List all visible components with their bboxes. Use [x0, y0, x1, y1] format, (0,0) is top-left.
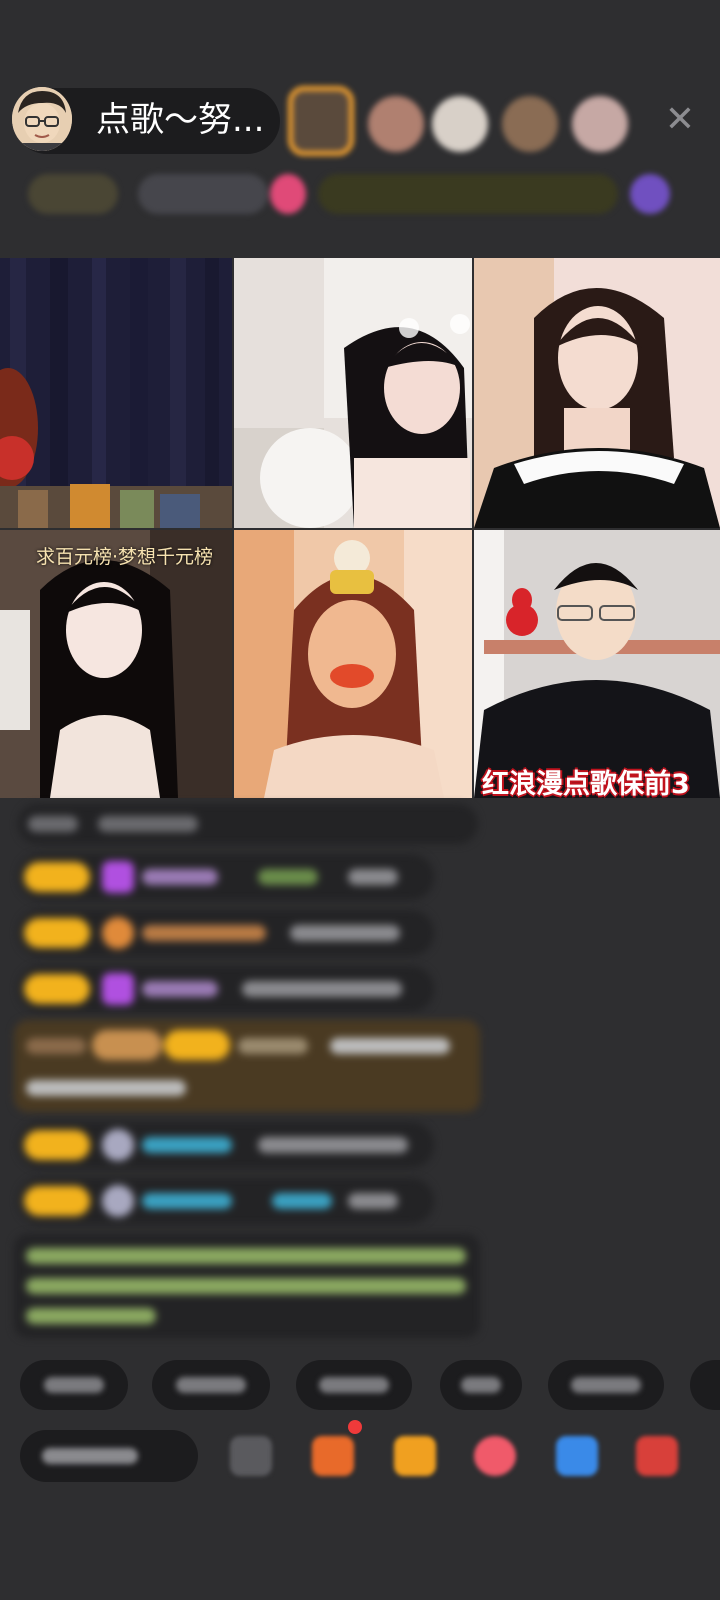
viewer-avatar[interactable]: [368, 96, 424, 152]
emoji-icon[interactable]: [230, 1436, 272, 1476]
chat-message[interactable]: [18, 854, 434, 900]
quick-reply-chip[interactable]: [440, 1360, 522, 1410]
red-packet-icon[interactable]: [394, 1436, 436, 1476]
quick-reply-chip[interactable]: [152, 1360, 270, 1410]
quick-reply-chip[interactable]: [20, 1360, 128, 1410]
chat-message[interactable]: [18, 804, 478, 844]
guest-video-tile-2[interactable]: [234, 258, 472, 528]
top-viewer-avatar[interactable]: [288, 86, 354, 156]
chat-message[interactable]: [18, 966, 434, 1012]
quick-reply-chip[interactable]: [296, 1360, 412, 1410]
game-icon[interactable]: [556, 1436, 598, 1476]
host-avatar[interactable]: [12, 87, 72, 151]
guest-video-tile-6[interactable]: 红浪漫点歌保前3: [474, 530, 720, 798]
quick-reply-chip[interactable]: [690, 1360, 720, 1410]
quick-reply-chip[interactable]: [548, 1360, 664, 1410]
viewer-avatar[interactable]: [502, 96, 558, 152]
more-menu-icon[interactable]: [636, 1436, 678, 1476]
gift-box-icon[interactable]: [312, 1436, 354, 1476]
stats-row[interactable]: [18, 170, 690, 218]
guest-video-tile-5[interactable]: [234, 530, 472, 798]
multi-guest-video-grid: 求百元榜·梦想千元榜 红浪漫点歌保前3: [0, 258, 720, 798]
guest-label: 红浪漫点歌保前3: [482, 769, 690, 798]
fan-club-icon[interactable]: [474, 1436, 516, 1476]
guest-video-tile-3[interactable]: [474, 258, 720, 528]
notification-dot-icon: [348, 1420, 362, 1434]
comment-input[interactable]: [20, 1430, 198, 1482]
close-icon[interactable]: ✕: [660, 100, 700, 140]
system-notice: [14, 1234, 480, 1338]
viewer-avatar[interactable]: [432, 96, 488, 152]
guest-video-tile-1[interactable]: [0, 258, 232, 528]
guest-caption: 求百元榜·梦想千元榜: [36, 546, 214, 568]
host-name[interactable]: 点歌～努...: [96, 100, 264, 140]
chat-message[interactable]: [18, 1178, 434, 1224]
guest-video-tile-4[interactable]: 求百元榜·梦想千元榜: [0, 530, 232, 798]
chat-message[interactable]: [18, 1122, 434, 1168]
chat-message-highlight[interactable]: [14, 1020, 480, 1112]
viewer-avatar[interactable]: [572, 96, 628, 152]
chat-message[interactable]: [18, 910, 434, 956]
